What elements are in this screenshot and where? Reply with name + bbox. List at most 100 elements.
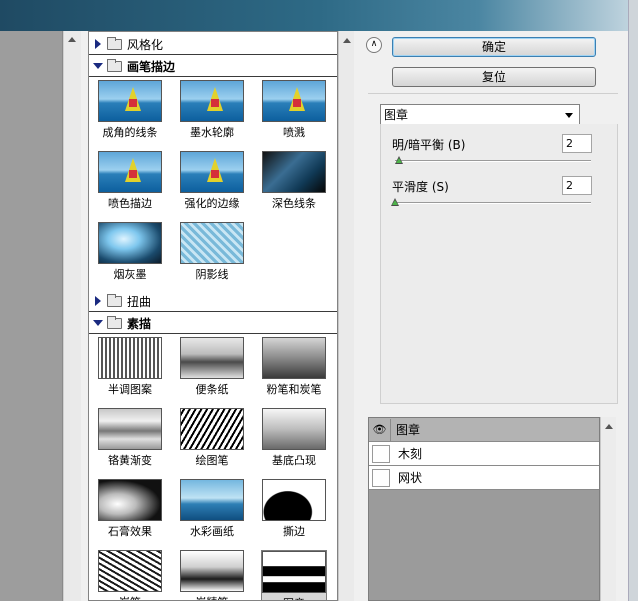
filter-preview-image xyxy=(180,337,244,379)
filter-thumb-label: 喷色描边 xyxy=(108,197,152,210)
filter-thumb[interactable]: 炭笔 xyxy=(97,550,163,600)
folder-icon xyxy=(107,315,122,329)
title-bar xyxy=(0,0,638,31)
filter-preview-image xyxy=(98,479,162,521)
effect-layer-row[interactable]: 👁 图章 xyxy=(369,418,599,442)
folder-label: 画笔描边 xyxy=(127,59,176,74)
filter-settings-panel xyxy=(380,124,618,404)
sailboat-hull-icon xyxy=(293,99,301,107)
filter-thumb-label: 阴影线 xyxy=(195,268,229,281)
window-edge xyxy=(628,0,638,601)
filter-thumb[interactable]: 石膏效果 xyxy=(97,479,163,539)
filter-thumb-label: 石膏效果 xyxy=(108,525,152,538)
filter-preview-image xyxy=(180,151,244,193)
chevron-down-icon xyxy=(565,113,573,118)
filter-preview-image xyxy=(262,80,326,122)
collapsed-triangle-icon[interactable] xyxy=(95,39,101,49)
param-label-balance: 明/暗平衡 (B) xyxy=(392,138,466,152)
filter-list-scrollbar[interactable] xyxy=(338,31,354,601)
scroll-up-icon[interactable] xyxy=(343,38,351,43)
filter-preview-image xyxy=(262,551,326,593)
filter-select-value: 图章 xyxy=(384,108,409,122)
scroll-up-icon[interactable] xyxy=(68,37,76,42)
filter-thumb-label: 深色线条 xyxy=(272,197,316,210)
sailboat-hull-icon xyxy=(211,99,219,107)
filter-thumb-label: 炭精笔 xyxy=(179,594,245,600)
filter-thumb[interactable]: 深色线条 xyxy=(261,151,327,211)
filter-select[interactable]: 图章 xyxy=(380,104,580,125)
sailboat-hull-icon xyxy=(129,170,137,178)
expanded-triangle-icon[interactable] xyxy=(93,63,103,69)
scroll-up-icon[interactable] xyxy=(605,424,613,429)
filter-thumb[interactable]: 水彩画纸 xyxy=(179,479,245,539)
filter-thumb[interactable]: 基底凸现 xyxy=(261,408,327,468)
smoothness-slider[interactable] xyxy=(395,202,591,204)
param-input-smoothness[interactable]: 2 xyxy=(562,176,592,195)
filter-thumb-label: 炭笔 xyxy=(97,594,163,600)
filter-thumb-label: 便条纸 xyxy=(195,383,229,396)
eye-icon[interactable]: 👁 xyxy=(369,418,391,441)
filter-thumb[interactable]: 强化的边缘 xyxy=(179,151,245,211)
filter-thumb-label: 喷溅 xyxy=(283,126,305,139)
folder-icon xyxy=(107,293,122,307)
collapsed-triangle-icon[interactable] xyxy=(95,296,101,306)
filter-preview-image xyxy=(262,337,326,379)
smoothness-slider-handle[interactable] xyxy=(391,198,399,206)
filter-thumb[interactable]: 粉笔和炭笔 xyxy=(261,337,327,397)
preview-scrollbar[interactable] xyxy=(63,31,81,601)
filter-thumb-label: 撕边 xyxy=(283,525,305,538)
filter-thumb-label: 粉笔和炭笔 xyxy=(266,383,322,396)
layers-scrollbar[interactable] xyxy=(600,417,616,601)
filter-thumb-label: 图章 xyxy=(262,595,326,600)
filter-preview-image xyxy=(98,408,162,450)
sailboat-hull-icon xyxy=(129,99,137,107)
folder-3[interactable]: 素描 xyxy=(89,313,337,334)
folder-icon xyxy=(107,36,122,50)
image-preview[interactable] xyxy=(0,31,63,601)
balance-slider[interactable] xyxy=(395,160,591,162)
folder-icon xyxy=(107,58,122,72)
visibility-toggle[interactable] xyxy=(372,468,390,487)
filter-preview-image xyxy=(180,550,244,592)
effect-layer-row[interactable]: 网状 xyxy=(369,466,599,490)
filter-thumb[interactable]: 撕边 xyxy=(261,479,327,539)
param-label-smoothness: 平滑度 (S) xyxy=(392,180,449,194)
filter-preview-image xyxy=(180,80,244,122)
filter-preview-image xyxy=(98,337,162,379)
visibility-toggle[interactable] xyxy=(372,444,390,463)
filter-thumb[interactable]: 便条纸 xyxy=(179,337,245,397)
balance-slider-handle[interactable] xyxy=(394,156,403,164)
filter-thumb-label: 绘图笔 xyxy=(195,454,229,467)
filter-preview-image xyxy=(262,479,326,521)
folder-1[interactable]: 画笔描边 xyxy=(89,56,337,77)
folder-0[interactable]: 风格化 xyxy=(89,34,337,55)
expanded-triangle-icon[interactable] xyxy=(93,320,103,326)
filter-thumb[interactable]: 铬黄渐变 xyxy=(97,408,163,468)
layer-name: 木刻 xyxy=(398,447,423,461)
filter-thumb[interactable]: 喷色描边 xyxy=(97,151,163,211)
filter-preview-image xyxy=(180,408,244,450)
filter-thumb[interactable]: 阴影线 xyxy=(179,222,245,282)
filter-preview-image xyxy=(98,550,162,592)
filter-thumb[interactable]: 墨水轮廓 xyxy=(179,80,245,140)
divider xyxy=(368,93,618,94)
effect-layer-row[interactable]: 木刻 xyxy=(369,442,599,466)
filter-thumb-label: 成角的线条 xyxy=(102,126,158,139)
filter-preview-image xyxy=(262,151,326,193)
filter-thumb-label: 水彩画纸 xyxy=(190,525,234,538)
reset-button[interactable]: 复位 xyxy=(392,67,596,87)
filter-thumb[interactable]: 喷溅 xyxy=(261,80,327,140)
filter-thumb-label: 墨水轮廓 xyxy=(190,126,234,139)
filter-thumb[interactable]: 烟灰墨 xyxy=(97,222,163,282)
ok-button[interactable]: 确定 xyxy=(392,37,596,57)
filter-thumb[interactable]: 半调图案 xyxy=(97,337,163,397)
collapse-gallery-button[interactable]: ∧ xyxy=(366,37,382,53)
filter-thumb[interactable]: 成角的线条 xyxy=(97,80,163,140)
folder-label: 风格化 xyxy=(127,37,164,52)
filter-thumb[interactable]: 图章 xyxy=(261,550,327,600)
filter-thumb[interactable]: 绘图笔 xyxy=(179,408,245,468)
filter-preview-image xyxy=(180,479,244,521)
folder-2[interactable]: 扭曲 xyxy=(89,291,337,312)
param-input-balance[interactable]: 2 xyxy=(562,134,592,153)
filter-thumb[interactable]: 炭精笔 xyxy=(179,550,245,600)
